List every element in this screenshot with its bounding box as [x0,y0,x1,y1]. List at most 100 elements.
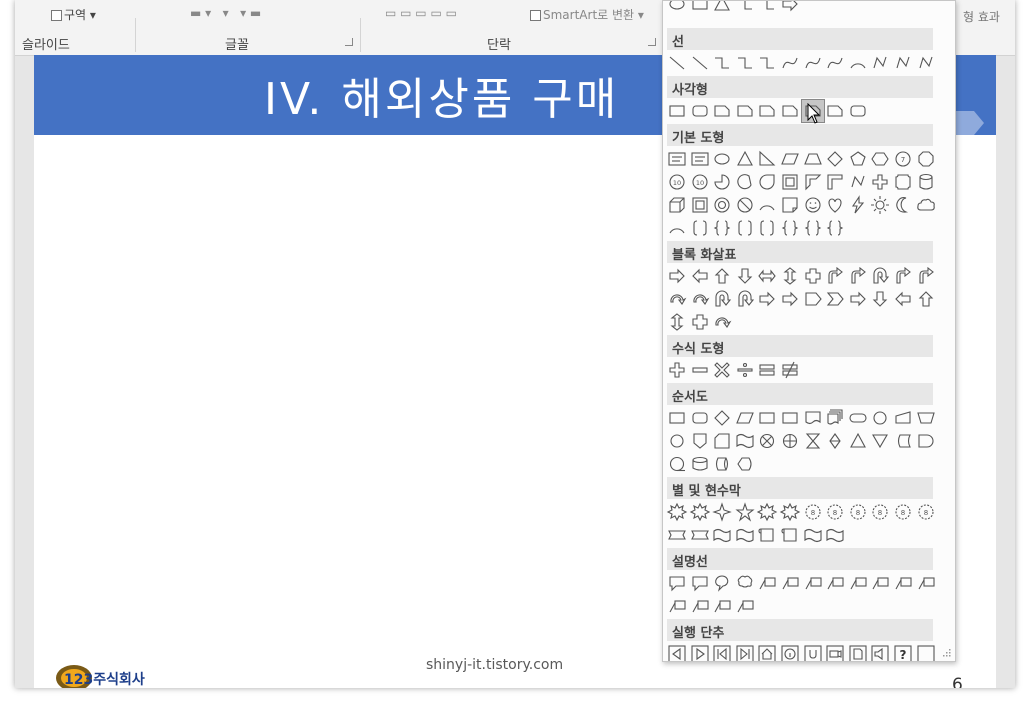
shape-cell[interactable] [915,430,937,452]
shape-cell[interactable] [689,194,711,216]
shape-cell[interactable] [756,430,778,452]
shape-snip-rectangle[interactable] [800,99,825,123]
section-button[interactable]: 구역 ▾ [51,6,96,23]
shape-cell[interactable] [734,171,756,193]
shape-cell[interactable] [734,148,756,170]
shape-cell[interactable] [711,643,733,661]
shape-cell[interactable] [711,311,733,333]
shape-cell[interactable] [711,453,733,475]
shape-cell[interactable] [847,100,869,122]
shape-cell[interactable] [892,194,914,216]
shape-cell[interactable] [892,288,914,310]
shape-cell[interactable] [824,643,846,661]
shape-cell[interactable] [734,359,756,381]
shape-cell[interactable] [756,407,778,429]
shapes-dropdown-gallery[interactable]: 선 사각형 기본 도형 7 10 10 블록 화살표 수식 도형 순서도 별 및 현수막 8 8 8 8 8… [662,0,956,662]
shape-cell[interactable] [711,407,733,429]
shape-cell[interactable] [802,217,824,239]
shape-cell[interactable] [666,52,688,74]
shape-cell[interactable] [847,265,869,287]
shape-cell[interactable] [802,288,824,310]
shape-cell[interactable] [869,265,891,287]
shape-cell[interactable] [869,430,891,452]
shape-cell[interactable] [711,288,733,310]
shape-cell[interactable] [734,100,756,122]
shape-cell[interactable] [847,194,869,216]
shape-cell[interactable] [869,194,891,216]
shape-cell[interactable] [756,501,778,523]
shape-cell[interactable]: 8 [869,501,891,523]
shape-cell[interactable] [689,643,711,661]
shape-cell[interactable] [824,148,846,170]
shape-cell[interactable] [824,171,846,193]
shape-cell[interactable] [779,524,801,546]
shape-cell[interactable] [711,217,733,239]
shape-cell[interactable] [666,572,688,594]
resize-grip-icon[interactable] [941,647,951,657]
shape-cell[interactable] [824,194,846,216]
shape-cell[interactable] [711,194,733,216]
shape-cell[interactable] [689,407,711,429]
shape-cell[interactable] [915,572,937,594]
shape-cell[interactable] [779,148,801,170]
shape-cell[interactable] [869,288,891,310]
shape-cell[interactable] [666,100,688,122]
shape-cell[interactable] [802,524,824,546]
shape-cell[interactable] [847,430,869,452]
shape-cell[interactable] [711,524,733,546]
shape-cell[interactable] [666,265,688,287]
shape-cell[interactable] [779,430,801,452]
shape-cell[interactable] [689,501,711,523]
shape-cell[interactable] [689,52,711,74]
recent-shape[interactable] [689,1,711,15]
shape-cell[interactable] [802,148,824,170]
shape-cell[interactable] [869,52,891,74]
shape-cell[interactable]: 8 [802,501,824,523]
shape-cell[interactable] [711,52,733,74]
shape-cell[interactable] [892,430,914,452]
shape-cell[interactable] [869,148,891,170]
shape-cell[interactable] [869,171,891,193]
shape-cell[interactable] [892,407,914,429]
shape-cell[interactable] [711,501,733,523]
shape-cell[interactable] [689,311,711,333]
shape-cell[interactable] [689,217,711,239]
shape-cell[interactable] [711,572,733,594]
shape-cell[interactable] [689,100,711,122]
shape-cell[interactable]: 10 [689,171,711,193]
shape-cell[interactable] [756,288,778,310]
shape-cell[interactable] [734,501,756,523]
shape-cell[interactable] [666,501,688,523]
shape-cell[interactable] [666,148,688,170]
shape-cell[interactable] [666,288,688,310]
paragraph-dialog-launcher[interactable] [648,38,656,46]
shape-cell[interactable] [779,52,801,74]
shape-cell[interactable] [734,643,756,661]
shape-cell[interactable] [734,265,756,287]
shape-cell[interactable] [711,595,733,617]
shape-cell[interactable] [802,572,824,594]
shape-cell[interactable] [666,524,688,546]
shape-cell[interactable] [802,265,824,287]
shape-cell[interactable] [779,217,801,239]
shape-cell[interactable] [915,52,937,74]
shape-cell[interactable] [779,265,801,287]
shape-cell[interactable] [756,148,778,170]
shape-effects-button[interactable]: 형 효과 [963,8,1000,25]
shape-cell[interactable] [824,217,846,239]
shape-cell[interactable]: 8 [915,501,937,523]
shape-cell[interactable] [802,643,824,661]
shape-cell[interactable] [824,288,846,310]
shape-cell[interactable] [734,524,756,546]
shape-cell[interactable] [689,453,711,475]
shape-cell[interactable] [666,595,688,617]
shape-cell[interactable] [824,265,846,287]
shape-cell[interactable] [756,524,778,546]
shape-cell[interactable] [847,572,869,594]
slide-title[interactable]: IV. 해외상품 구매 [264,63,619,127]
shape-cell[interactable] [824,52,846,74]
shape-cell[interactable] [734,288,756,310]
shape-cell[interactable] [734,453,756,475]
font-dialog-launcher[interactable] [345,38,353,46]
shape-cell[interactable] [802,194,824,216]
